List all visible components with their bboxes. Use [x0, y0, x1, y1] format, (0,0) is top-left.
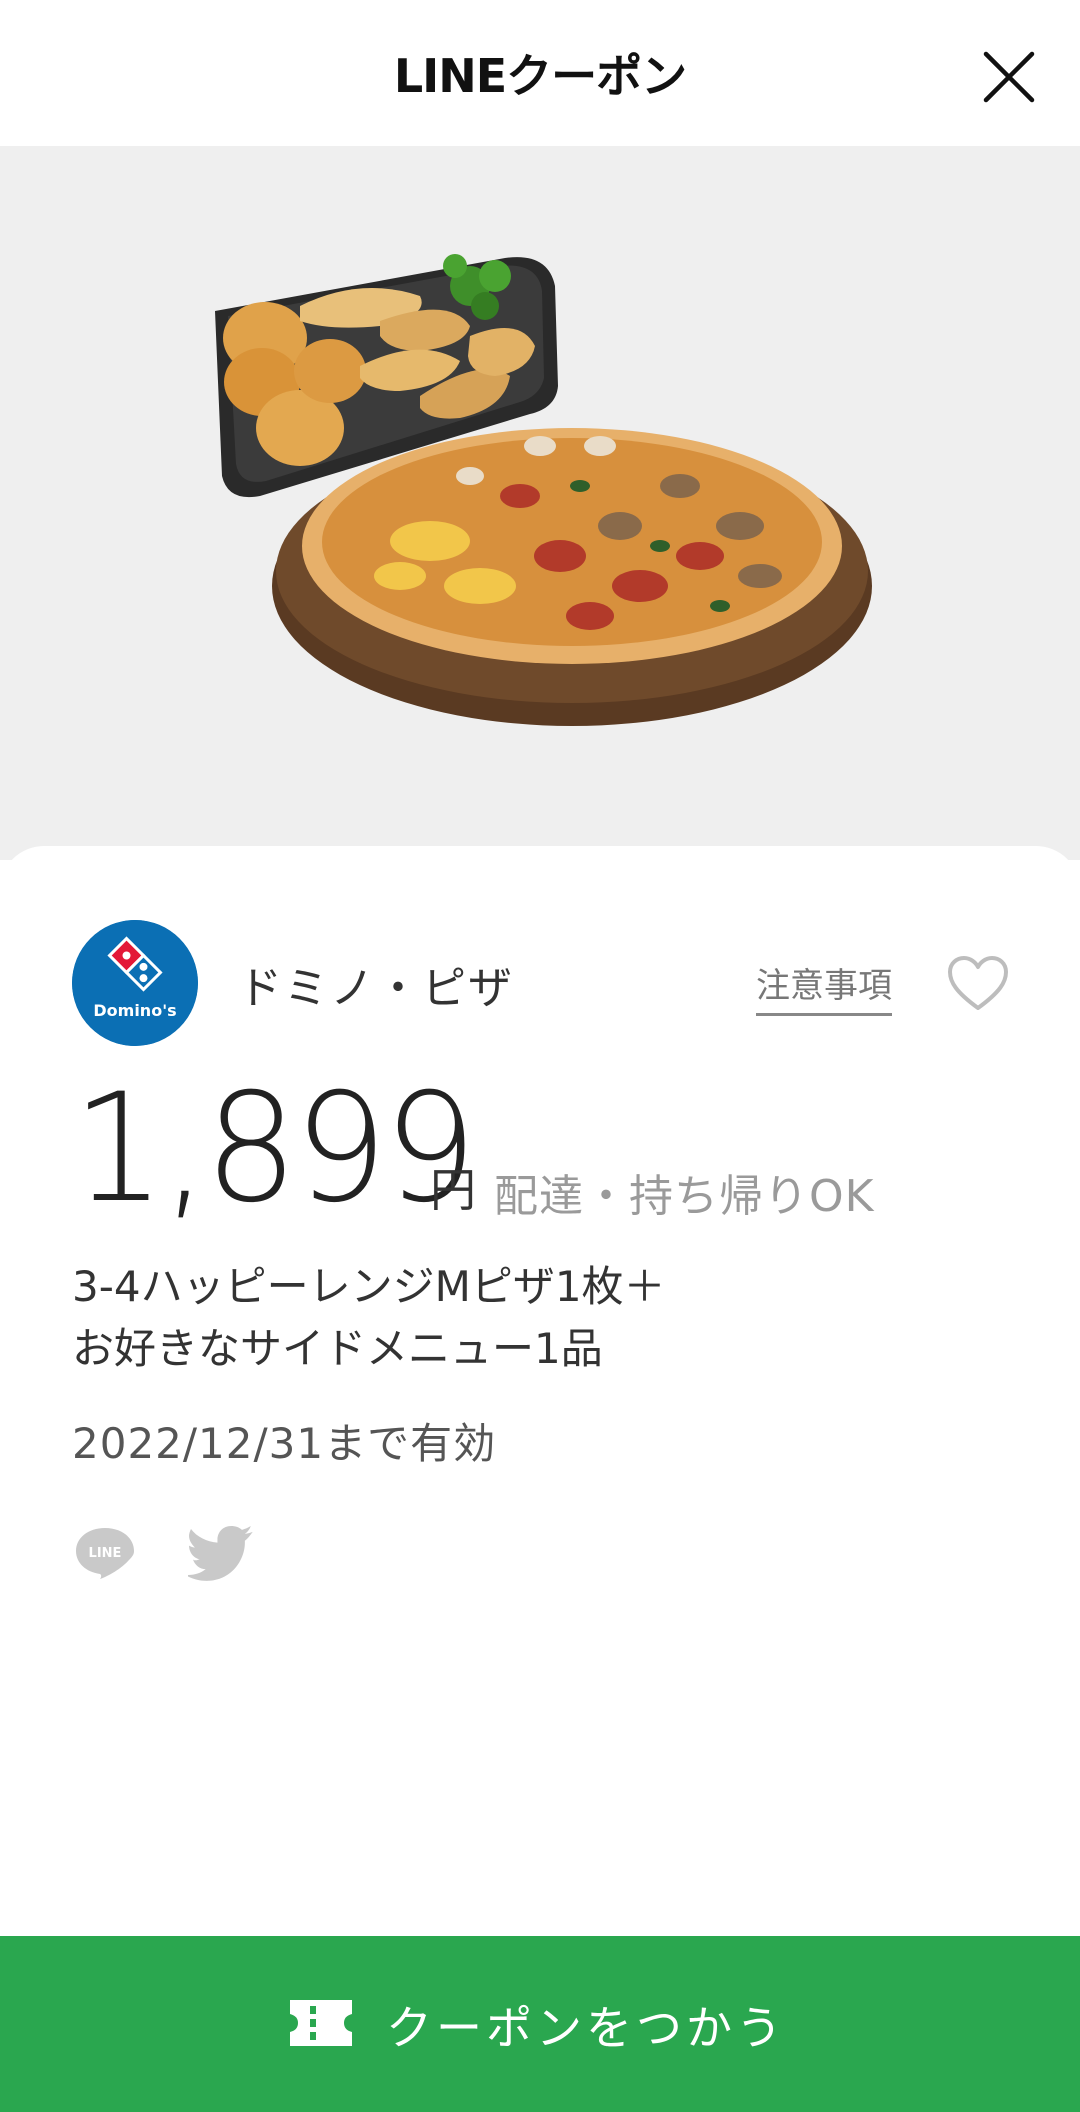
coupon-card: Domino's ドミノ・ピザ 注意事項 1,899 円 配達・持ち帰りOK 3… — [0, 846, 1080, 1936]
share-line-button[interactable]: LINE — [74, 1526, 136, 1580]
ticket-icon — [290, 2000, 352, 2046]
coupon-description: 3-4ハッピーレンジMピザ1枚＋ お好きなサイドメニュー1品 — [72, 1256, 972, 1380]
close-icon — [983, 51, 1035, 103]
header-bar: LINEクーポン — [0, 0, 1080, 146]
description-line-1: 3-4ハッピーレンジMピザ1枚＋ — [72, 1262, 666, 1311]
line-icon-text: LINE — [89, 1546, 122, 1561]
pizza-and-side-menu-photo — [215, 254, 872, 726]
favorite-button[interactable] — [946, 954, 1010, 1014]
hero-image — [0, 146, 1080, 860]
dominos-logo-icon: Domino's — [72, 920, 198, 1046]
shop-logo: Domino's — [72, 920, 198, 1046]
notice-link[interactable]: 注意事項 — [756, 958, 892, 1016]
description-line-2: お好きなサイドメニュー1品 — [72, 1324, 603, 1373]
close-button[interactable] — [978, 46, 1040, 108]
delivery-note: 配達・持ち帰りOK — [494, 1171, 875, 1222]
use-coupon-button[interactable]: クーポンをつかう — [0, 1936, 1080, 2112]
svg-text:Domino's: Domino's — [93, 1001, 176, 1020]
coupon-price: 1,899 — [72, 1062, 477, 1236]
twitter-icon — [185, 1526, 253, 1581]
heart-outline-icon — [948, 956, 1008, 1010]
shop-name: ドミノ・ピザ — [238, 963, 514, 1014]
price-unit: 円 — [430, 1163, 476, 1217]
validity-date: 2022/12/31まで有効 — [72, 1419, 497, 1468]
use-coupon-label: クーポンをつかう — [386, 2001, 786, 2055]
share-twitter-button[interactable] — [185, 1526, 254, 1582]
page-title: LINEクーポン — [393, 49, 687, 103]
line-icon: LINE — [76, 1528, 134, 1579]
